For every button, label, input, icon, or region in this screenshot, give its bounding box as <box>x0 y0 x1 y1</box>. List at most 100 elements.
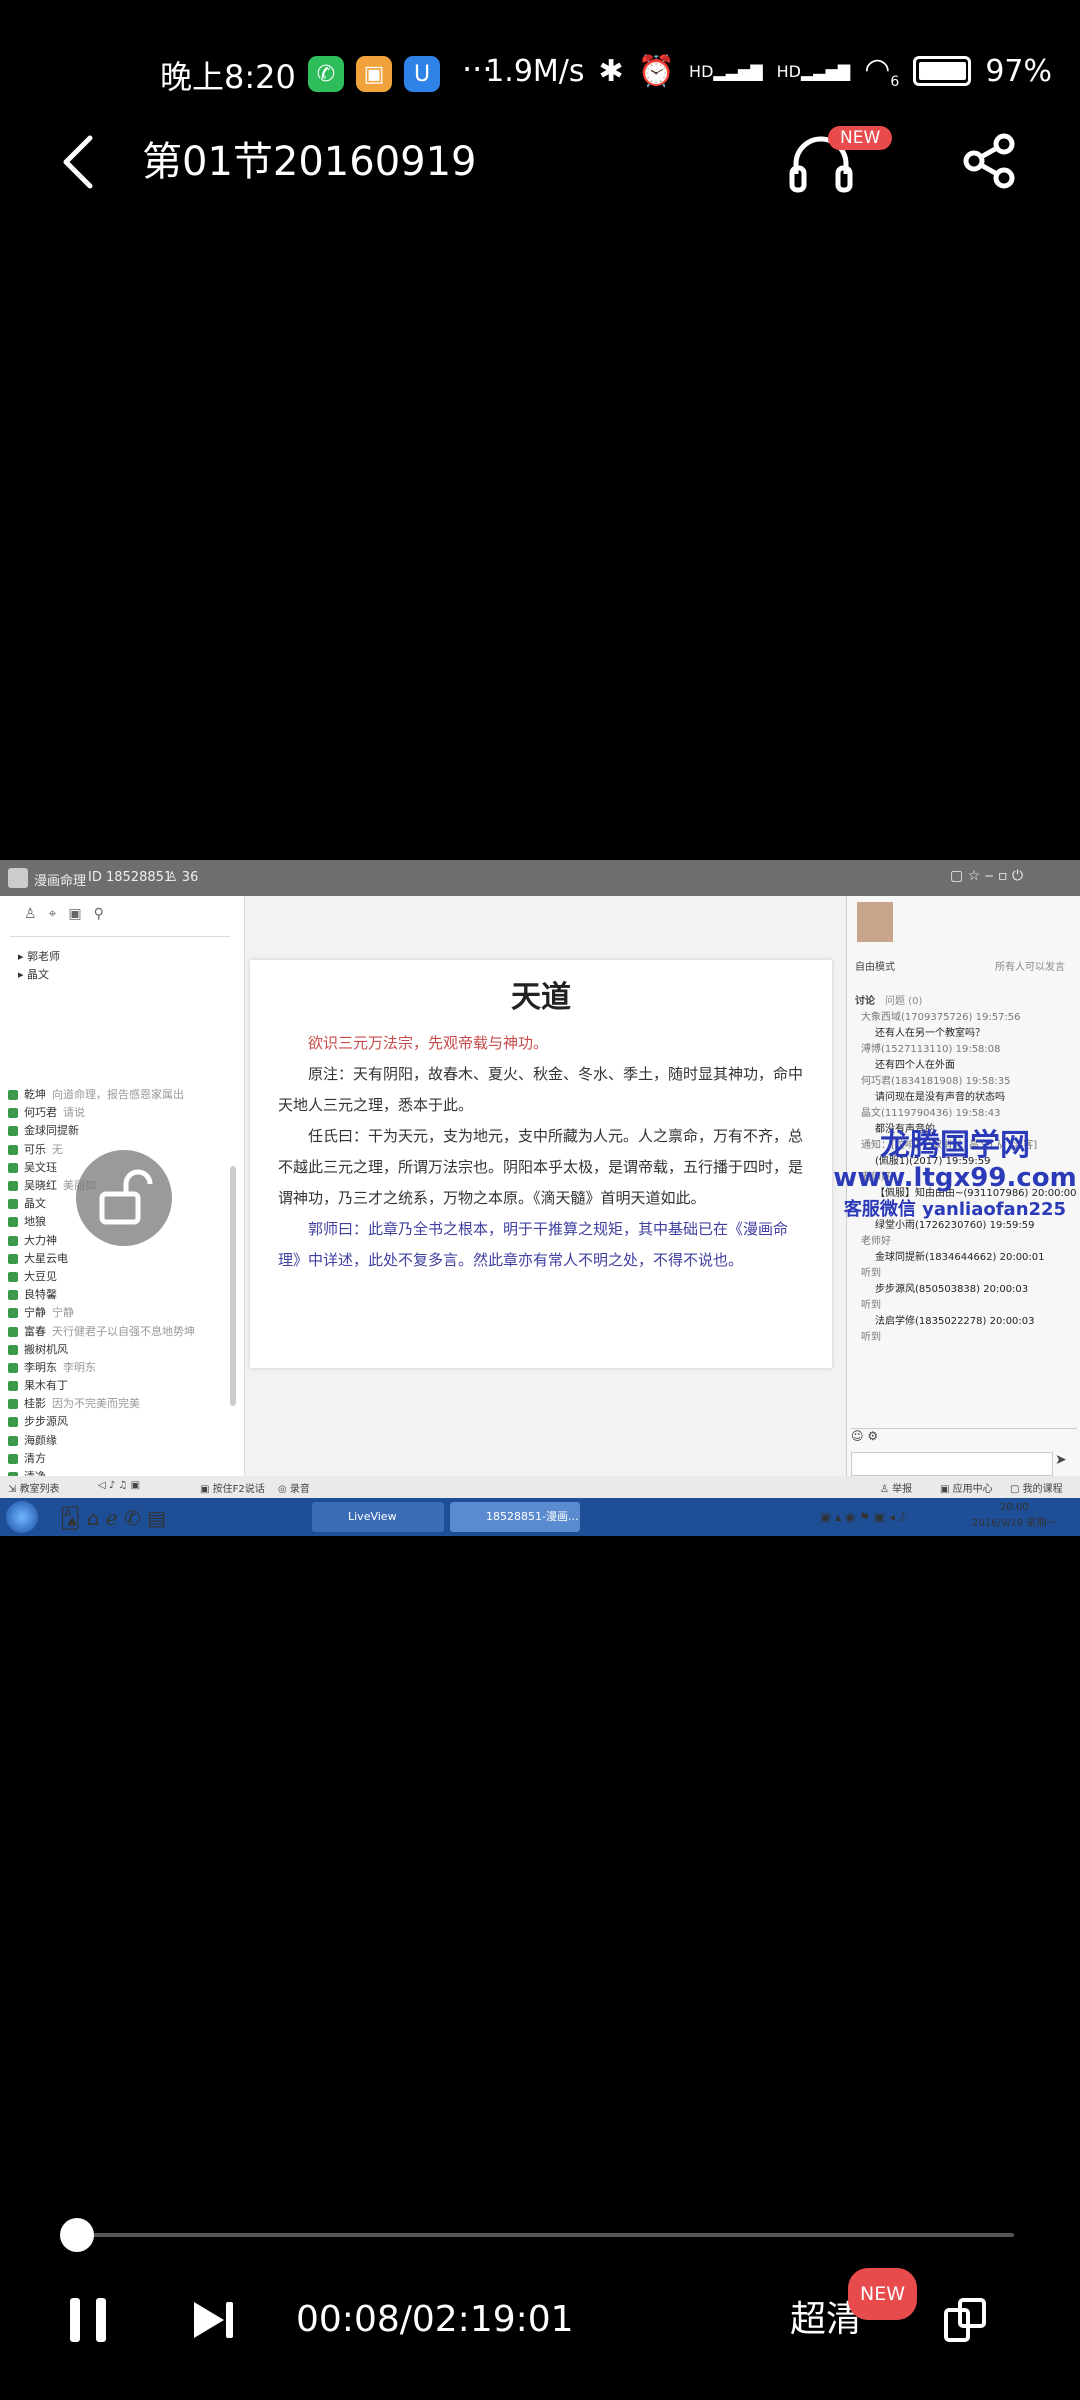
wifi-icon: ◠6 <box>864 52 900 90</box>
seek-knob[interactable] <box>59 2218 94 2252</box>
member-note: 无 <box>52 1142 63 1156</box>
member-status-icon <box>8 1399 18 1410</box>
member-name: 吴文珏 <box>24 1160 57 1174</box>
audio-mode-button[interactable]: NEW <box>786 126 893 198</box>
tab-discussion[interactable]: 讨论 <box>855 992 875 1007</box>
member-item[interactable]: 良特馨 <box>8 1286 238 1304</box>
member-item[interactable]: 桂影 因为不完美而完美 <box>8 1395 238 1413</box>
member-note: 李明东 <box>63 1360 96 1374</box>
member-status-icon <box>8 1308 18 1319</box>
chat-tabs: 讨论 问题 (0) <box>855 992 922 1007</box>
doc-title: 天道 <box>511 980 571 1015</box>
signal-1-icon: HD▂▃▅▇ <box>689 61 763 81</box>
member-status-icon <box>8 1435 18 1446</box>
battery-percent: 97% <box>985 53 1052 89</box>
member-name: 李明东 <box>24 1360 57 1374</box>
teacher-list: ▸ 郭老师 ▸ 晶文 <box>18 948 60 984</box>
member-item[interactable]: 果木有丁 <box>8 1377 238 1395</box>
member-status-icon <box>8 1162 18 1173</box>
audio-new-badge: NEW <box>828 126 893 150</box>
member-count: 36 <box>181 870 199 885</box>
member-item[interactable]: 大星云电 <box>8 1250 238 1268</box>
member-status-icon <box>8 1199 18 1210</box>
share-icon[interactable] <box>960 132 1018 190</box>
quality-button[interactable]: 超清 NEW <box>790 2268 918 2344</box>
member-item[interactable]: 步步源风 <box>8 1413 238 1431</box>
app-center-button[interactable]: ▣ 应用中心 <box>940 1480 993 1495</box>
windows-taskbar: 🂡 ⌂ ℯ ✆ ▤ LiveView 18528851-漫画... ▣ ▴ ◉ … <box>0 1498 1080 1536</box>
chat-line: 法启学修(1835022278) 20:00:03 <box>875 1316 1035 1327</box>
app-logo-icon <box>8 868 28 888</box>
tab-questions[interactable]: 问题 (0) <box>885 992 922 1007</box>
member-item[interactable]: 富春 天行健君子以自强不息地势坤 <box>8 1322 238 1340</box>
pause-icon[interactable] <box>68 2296 108 2344</box>
taskbar-pinned-icons[interactable]: 🂡 ⌂ ℯ ✆ ▤ <box>60 1506 166 1530</box>
window-controls-icon: ▢ ☆ ‒ ▫ ⏻ <box>950 868 1024 884</box>
member-status-icon <box>8 1217 18 1228</box>
member-name: 吴晓红 <box>24 1179 57 1193</box>
member-item[interactable]: 宁静 宁静 <box>8 1304 238 1322</box>
alarm-icon: ⏰ <box>637 53 676 89</box>
chat-input[interactable] <box>851 1452 1053 1476</box>
my-courses-button[interactable]: ▢ 我的课程 <box>1010 1480 1063 1495</box>
next-icon[interactable] <box>192 2300 236 2340</box>
member-item[interactable]: 乾坤 向道命理，报告感恩家属出 <box>8 1086 238 1104</box>
screen-lock-button[interactable] <box>76 1150 172 1246</box>
chat-line: 听到 <box>861 1332 881 1343</box>
member-item[interactable]: 大豆见 <box>8 1268 238 1286</box>
mode-hint: 所有人可以发言 <box>995 962 1065 973</box>
member-status-icon <box>8 1253 18 1264</box>
taskbar-classroom[interactable]: 18528851-漫画... <box>450 1502 580 1532</box>
rotate-screen-icon[interactable] <box>942 2296 988 2344</box>
teacher-item[interactable]: ▸ 郭老师 <box>18 948 60 966</box>
member-item[interactable]: 李明东 李明东 <box>8 1359 238 1377</box>
doc-paragraph: 原注：天有阴阳，故春木、夏火、秋金、冬水、季土，随时显其神功，命中天地人三元之理… <box>278 1065 804 1114</box>
taskbar-clock: 20:00 2016/9/19 星期一 <box>972 1502 1057 1529</box>
member-scrollbar[interactable] <box>230 1166 236 1406</box>
send-icon[interactable]: ➤ <box>1055 1452 1067 1468</box>
member-status-icon <box>8 1126 18 1137</box>
member-name: 大力神 <box>24 1233 57 1247</box>
chat-emoji-icon[interactable]: ☺ ⚙ <box>851 1428 1077 1451</box>
back-icon[interactable] <box>58 132 98 192</box>
member-item[interactable]: 金球同提新 <box>8 1122 238 1140</box>
chat-line: 还有四个人在外面 <box>875 1060 955 1071</box>
member-status-icon <box>8 1235 18 1246</box>
classroom-list-button[interactable]: ⇲ 教室列表 <box>8 1480 60 1495</box>
chat-line: 何巧君(1834181908) 19:58:35 <box>861 1076 1011 1087</box>
member-name: 海颜缘 <box>24 1433 57 1447</box>
member-name: 晶文 <box>24 1197 46 1211</box>
member-status-icon <box>8 1108 18 1119</box>
battery-icon <box>913 56 972 86</box>
chat-line: 步步源风(850503838) 20:00:03 <box>875 1284 1029 1295</box>
signal-2-icon: HD▂▃▅▇ <box>776 61 851 81</box>
record-button[interactable]: ◎ 录音 <box>278 1480 310 1495</box>
teacher-avatar <box>857 902 893 942</box>
taskbar-liveview[interactable]: LiveView <box>312 1502 444 1532</box>
member-item[interactable]: 何巧君 请说 <box>8 1104 238 1122</box>
app-u-icon: U <box>404 56 440 92</box>
member-name: 清方 <box>24 1451 46 1465</box>
chat-line: 听到 <box>861 1268 881 1279</box>
start-button-icon[interactable] <box>6 1501 38 1533</box>
report-button[interactable]: ♙ 举报 <box>880 1480 912 1495</box>
member-status-icon <box>8 1362 18 1373</box>
unlock-icon <box>99 1169 153 1225</box>
tray-icons: ▣ ▴ ◉ ⚑ ▣ ◂ ♪ <box>820 1510 907 1524</box>
member-status-icon <box>8 1144 18 1155</box>
status-bar: 晚上8:20 ✆ ▣ U ··· 1.9M/s ✱ ⏰ HD▂▃▅▇ HD▂▃▅… <box>0 40 1080 110</box>
chat-line: 晶文(1119790436) 19:58:43 <box>861 1108 1001 1119</box>
seek-bar[interactable] <box>62 2233 1014 2237</box>
member-name: 良特馨 <box>24 1288 57 1302</box>
teacher-item[interactable]: ▸ 晶文 <box>18 966 60 984</box>
member-note: 请说 <box>63 1106 85 1120</box>
member-status-icon <box>8 1381 18 1392</box>
member-name: 金球同提新 <box>24 1124 79 1138</box>
push-to-talk-button[interactable]: ▣ 按住F2说话 <box>200 1480 265 1495</box>
quality-new-badge: NEW <box>848 2268 918 2320</box>
member-item[interactable]: 海颜缘 <box>8 1432 238 1450</box>
audio-tools-icon[interactable]: ◁ ♪ ♫ ▣ <box>98 1480 140 1491</box>
member-item[interactable]: 搬树机风 <box>8 1341 238 1359</box>
member-item[interactable]: 清方 <box>8 1450 238 1468</box>
window-title: 漫画命理 <box>34 874 87 889</box>
